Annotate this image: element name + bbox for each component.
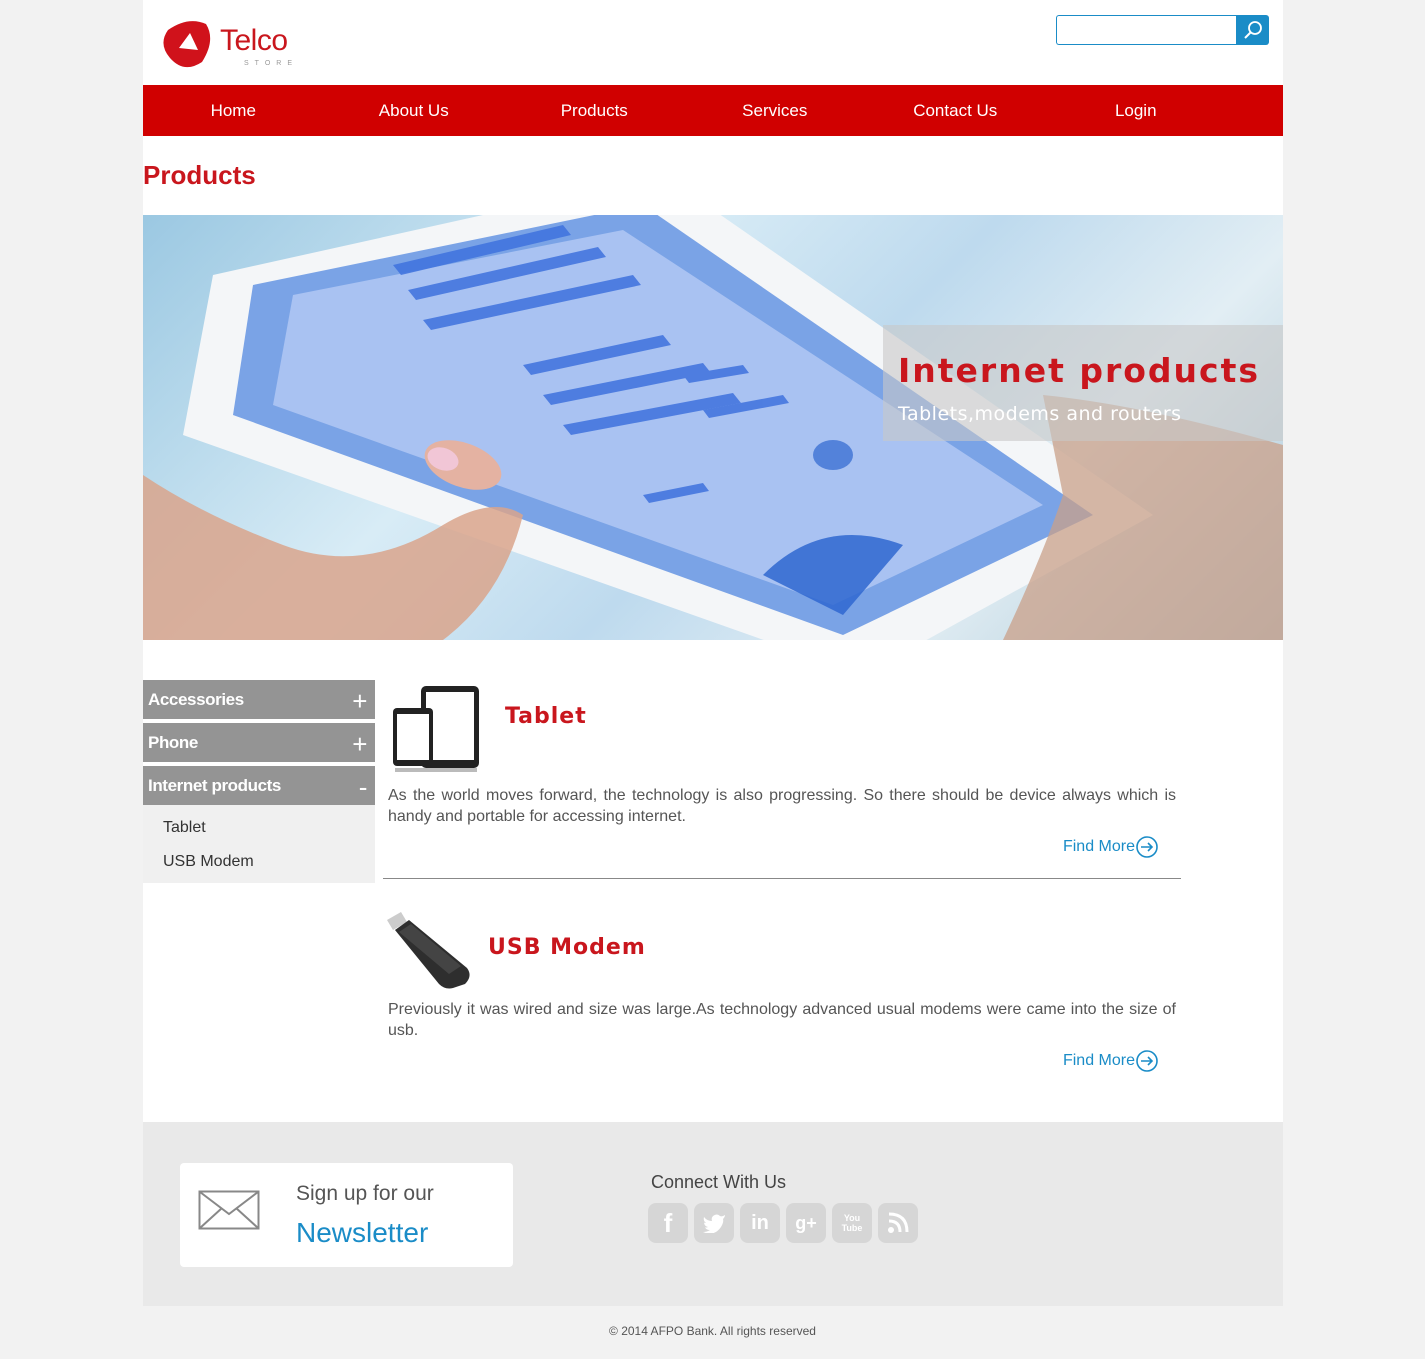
twitter-icon[interactable]: [694, 1203, 734, 1243]
logo-tagline: STORE: [244, 60, 298, 67]
newsletter-signup[interactable]: Sign up for our Newsletter: [180, 1163, 513, 1267]
subcategory-usb-modem[interactable]: USB Modem: [143, 845, 375, 879]
category-sidebar: Accessories + Phone + Internet products …: [143, 680, 375, 883]
rss-icon[interactable]: [878, 1203, 918, 1243]
category-label: Internet products: [148, 776, 281, 795]
nav-home[interactable]: Home: [143, 85, 324, 136]
youtube-icon[interactable]: You Tube: [832, 1203, 872, 1243]
category-accessories[interactable]: Accessories +: [143, 680, 375, 719]
category-label: Accessories: [148, 690, 244, 709]
expand-icon: +: [352, 729, 367, 759]
social-links: f in g+ You Tube: [648, 1203, 918, 1243]
hero-subtitle: Tablets,modems and routers: [898, 403, 1182, 425]
expand-icon: +: [352, 686, 367, 716]
product-name: USB Modem: [488, 935, 646, 960]
search-input[interactable]: [1056, 15, 1238, 45]
product-description: Previously it was wired and size was lar…: [388, 1001, 1176, 1039]
product-card: Tablet As the world moves forward, the t…: [383, 680, 1181, 870]
product-description: As the world moves forward, the technolo…: [388, 787, 1176, 825]
nav-services[interactable]: Services: [685, 85, 866, 136]
usb-modem-icon: [387, 912, 470, 989]
nav-about-us[interactable]: About Us: [324, 85, 505, 136]
find-more-link[interactable]: Find More: [1063, 1049, 1159, 1073]
search-icon: [1243, 21, 1262, 39]
product-name: Tablet: [505, 704, 587, 729]
hero-title: Internet products: [898, 351, 1261, 390]
nav-products[interactable]: Products: [504, 85, 685, 136]
main-nav: Home About Us Products Services Contact …: [143, 85, 1283, 136]
hero-banner: Internet products Tablets,modems and rou…: [143, 215, 1283, 640]
facebook-icon[interactable]: f: [648, 1203, 688, 1243]
find-more-label: Find More: [1062, 838, 1135, 855]
nav-login[interactable]: Login: [1046, 85, 1227, 136]
linkedin-icon[interactable]: in: [740, 1203, 780, 1243]
page-container: Telco STORE Home About Us Products Servi…: [143, 0, 1283, 1122]
connect-title: Connect With Us: [651, 1172, 787, 1192]
product-divider: [383, 878, 1181, 879]
category-internet-products[interactable]: Internet products -: [143, 766, 375, 805]
subcategory-list: Tablet USB Modem: [143, 805, 375, 883]
search-box: [1056, 15, 1269, 45]
logo-mark-icon: [163, 21, 211, 68]
newsletter-line1: Sign up for our: [296, 1182, 434, 1205]
arrow-circle-icon: [1136, 836, 1158, 858]
logo-name: Telco: [220, 24, 288, 57]
footer: Sign up for our Newsletter Connect With …: [143, 1122, 1283, 1306]
search-button[interactable]: [1236, 15, 1269, 45]
product-card: USB Modem Previously it was wired and si…: [383, 908, 1181, 1088]
nav-contact-us[interactable]: Contact Us: [865, 85, 1046, 136]
hero-caption: Internet products Tablets,modems and rou…: [883, 325, 1283, 441]
subcategory-tablet[interactable]: Tablet: [143, 811, 375, 845]
google-plus-icon[interactable]: g+: [786, 1203, 826, 1243]
copyright: © 2014 AFPO Bank. All rights reserved: [609, 1324, 816, 1338]
logo[interactable]: Telco STORE: [162, 18, 292, 72]
find-more-label: Find More: [1062, 1052, 1135, 1069]
collapse-icon: -: [358, 772, 368, 802]
newsletter-line2: Newsletter: [296, 1217, 429, 1248]
envelope-icon: [198, 1190, 260, 1230]
arrow-circle-icon: [1136, 1050, 1158, 1072]
category-phone[interactable]: Phone +: [143, 723, 375, 762]
page-title: Products: [143, 160, 256, 190]
tablet-icon: [393, 686, 479, 772]
find-more-link[interactable]: Find More: [1063, 835, 1159, 859]
category-label: Phone: [148, 733, 198, 752]
